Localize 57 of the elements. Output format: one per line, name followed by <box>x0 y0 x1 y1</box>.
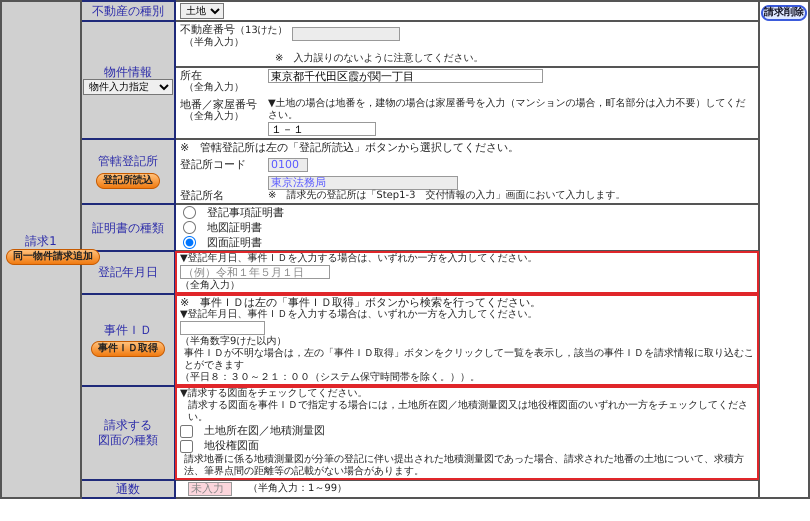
add-request-button[interactable]: 同一物件請求追加 <box>6 248 100 265</box>
case-id-field[interactable] <box>180 321 265 336</box>
input-hint: （半角入力） <box>183 37 245 49</box>
radio-button[interactable] <box>183 221 196 234</box>
delete-request-button[interactable]: 請求削除 <box>761 5 807 21</box>
row-label: 図面の種類 <box>97 432 159 447</box>
row-label: 通数 <box>115 482 141 496</box>
location-field[interactable]: 東京都千代田区霞が関一丁目 <box>268 69 543 83</box>
copies-field[interactable]: 未入力 <box>188 482 232 496</box>
hint-text: ▼請求する図面をチェックしてください。 <box>180 388 369 400</box>
row-label: 管轄登記所 <box>97 154 159 169</box>
footnote-text: 請求地番に係る地積測量図が分筆の登記に伴い提出された地積測量図であった場合、請求された地番の土地について、求積方法、筆界点間の距離等の記載がない場合があります。 <box>183 454 745 478</box>
row-label: 請求する <box>103 418 153 433</box>
field-note: （13けた） <box>235 25 288 36</box>
option-label: 図面証明書 <box>207 236 262 250</box>
row-label: 不動産の種別 <box>91 4 165 18</box>
get-case-id-button[interactable]: 事件ＩＤ取得 <box>91 340 165 357</box>
notice-text: ※ 入力誤りのないように注意してください。 <box>274 53 484 65</box>
input-hint: （半角入力：1～99） <box>248 482 348 495</box>
option-label: 地図証明書 <box>207 221 262 234</box>
hint-text: ▼土地の場合は地番を，建物の場合は家屋番号を入力（マンションの場合，町名部分は入力不要）してください。 <box>268 98 747 122</box>
option-label: 登記事項証明書 <box>207 206 284 220</box>
load-registry-button[interactable]: 登記所読込 <box>96 172 160 189</box>
registry-code-field[interactable]: 0100 <box>268 158 308 172</box>
field-label: 地番／家屋番号 <box>180 98 258 112</box>
input-hint: （半角数字9けた以内） <box>180 336 288 348</box>
input-hint: （全角入力） <box>180 280 241 292</box>
option-label: 土地所在図／地積測量図 <box>204 424 325 438</box>
row-label: 登記年月日 <box>97 265 159 280</box>
checkbox[interactable] <box>180 440 193 453</box>
checkbox[interactable] <box>180 424 193 438</box>
radio-button[interactable] <box>183 206 196 220</box>
radio-button[interactable] <box>183 236 196 250</box>
request-title: 請求1 <box>24 234 58 249</box>
hint-text: ▼登記年月日、事件ＩＤを入力する場合は、いずれか一方を入力してください。 <box>180 253 539 266</box>
date-field[interactable]: （例）令和１年５月１日 <box>180 265 330 280</box>
notice-text: 請求する図面を事件ＩＤで指定する場合には，土地所在図／地積測量図又は地役権図面のいずれか一方をチェックしてください。 <box>187 400 749 424</box>
field-label: 不動産番号 <box>180 23 235 36</box>
row-label: 物件情報 <box>103 64 153 80</box>
input-hint: （全角入力） <box>183 111 245 124</box>
input-hint: （全角入力） <box>183 82 245 94</box>
registry-name-field[interactable]: 東京法務局 <box>268 176 458 190</box>
notice-text: ※ 管轄登記所は左の「登記所読込」ボタンから選択してください。 <box>180 140 520 154</box>
field-label: 登記所コード <box>180 158 247 172</box>
row-label: 証明書の種類 <box>91 220 165 236</box>
notice-text: ※ 請求先の登記所は「Step1-3 交付情報の入力」画面において入力します。 <box>268 190 626 202</box>
field-label: 所在 <box>180 69 203 82</box>
input-mode-select[interactable]: 物件入力指定 <box>83 79 173 96</box>
lot-number-field[interactable]: １－１ <box>268 122 376 136</box>
option-label: 地役権図面 <box>204 439 259 453</box>
type-select[interactable]: 土地 <box>180 3 224 19</box>
notice-text: ※ 事件ＩＤは左の「事件ＩＤ取得」ボタンから検索を行ってください。 <box>180 296 542 309</box>
info-text: （平日８：３０～２１：００（システム保守時間帯を除く。））。 <box>180 372 481 384</box>
hint-text: ▼登記年月日、事件ＩＤを入力する場合は、いずれか一方を入力してください。 <box>180 309 539 322</box>
row-label: 事件ＩＤ <box>103 322 153 337</box>
info-text: 事件ＩＤが不明な場合は，左の「事件ＩＤ取得」ボタンをクリックして一覧を表示し，該当の事件ＩＤを請求情報に取り込むことができます <box>183 348 754 372</box>
field-label: 登記所名 <box>180 189 225 202</box>
